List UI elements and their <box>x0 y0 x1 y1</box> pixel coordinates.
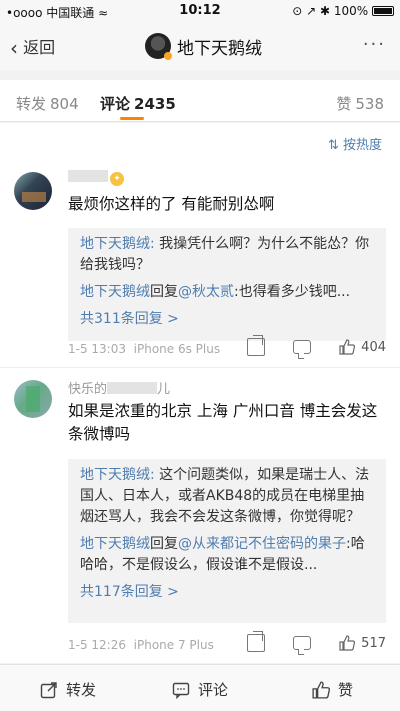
tab-repost[interactable]: 转发 804 <box>16 93 79 114</box>
tab-comment[interactable]: 评论 2435 <box>100 93 176 114</box>
sort-icon: ⇅ <box>327 138 339 153</box>
sort-label: 按热度 <box>342 138 382 153</box>
comment-actions: 404 <box>219 335 386 359</box>
reply-user[interactable]: 地下天鹅绒: <box>80 467 155 483</box>
reply-icon[interactable] <box>293 636 312 655</box>
reply-item[interactable]: 地下天鹅绒: 我操凭什么啊？为什么不能怂？你给我钱吗？ <box>80 234 376 276</box>
reply-item[interactable]: 地下天鹅绒回复@从来都记不住密码的果子:哈哈哈，不是假设么，假设谁不是假设... <box>80 534 376 576</box>
battery-icon <box>372 6 394 16</box>
thumbs-up-icon[interactable] <box>339 635 356 651</box>
comment-meta: 1-5 13:03 iPhone 6s Plus <box>68 342 220 356</box>
bottom-action-bar: 转发 评论 赞 <box>0 664 400 711</box>
thumbs-up-icon <box>312 680 330 699</box>
sort-row: ⇅ 按热度 <box>0 123 400 160</box>
avatar[interactable] <box>145 33 172 60</box>
reply-icon[interactable] <box>293 340 312 359</box>
comment-item: ✦ 最烦你这样的了 有能耐别怂啊 地下天鹅绒: 我操凭什么啊？为什么不能怂？你给… <box>0 160 400 367</box>
timestamp: 1-5 12:26 <box>68 638 126 652</box>
navigation-bar: ‹ 返回 地下天鹅绒 ··· <box>0 22 400 70</box>
reply-verb: 回复 <box>150 284 178 300</box>
vip-badge-icon: ✦ <box>110 172 124 186</box>
reply-verb: 回复 <box>150 536 178 552</box>
reply-item[interactable]: 地下天鹅绒: 这个问题类似，如果是瑞士人、法国人、日本人，或者AKB48的成员在… <box>80 465 376 528</box>
like-button[interactable]: 赞 <box>312 679 353 700</box>
comment-item: 快乐的 儿 如果是浓重的北京 上海 广州口音 博主会发这条微博吗 地下天鹅绒: 这… <box>0 367 400 663</box>
repost-icon <box>40 681 57 698</box>
battery-label: ⊙ ↗ ✱ 100% <box>292 4 369 18</box>
repost-button[interactable]: 转发 <box>40 679 96 700</box>
timestamp: 1-5 13:03 <box>68 342 126 356</box>
avatar[interactable] <box>14 380 52 418</box>
avatar[interactable] <box>14 172 52 210</box>
comment-meta: 1-5 12:26 iPhone 7 Plus <box>68 638 214 652</box>
tab-count: 2435 <box>134 95 176 113</box>
comment-icon <box>172 682 190 699</box>
device-label: iPhone 7 Plus <box>133 638 214 652</box>
chevron-left-icon: ‹ <box>10 36 18 60</box>
active-tab-indicator <box>120 117 144 120</box>
mention-link[interactable]: @从来都记不住密码的果子 <box>178 536 346 552</box>
blurred-username <box>68 170 108 182</box>
tab-label: 转发 <box>16 95 47 113</box>
reply-user[interactable]: 地下天鹅绒 <box>80 536 150 552</box>
like-count: 404 <box>361 339 386 355</box>
device-label: iPhone 6s Plus <box>133 342 221 356</box>
thumbs-up-svg <box>339 635 356 651</box>
username[interactable]: 快乐的 儿 <box>68 378 170 397</box>
tab-bar: 转发 804 评论 2435 赞 538 <box>0 80 400 122</box>
reply-item[interactable]: 地下天鹅绒回复@秋太贰:也得看多少钱吧... <box>80 282 376 303</box>
reply-text: :也得看多少钱吧... <box>234 284 351 300</box>
comment-text: 如果是浓重的北京 上海 广州口音 博主会发这条微博吗 <box>68 402 378 443</box>
back-label: 返回 <box>23 38 56 57</box>
tab-count: 804 <box>50 95 79 113</box>
reply-box[interactable]: 地下天鹅绒: 这个问题类似，如果是瑞士人、法国人、日本人，或者AKB48的成员在… <box>68 459 386 623</box>
more-replies-link[interactable]: 共117条回复 > <box>80 582 376 603</box>
comment-label: 评论 <box>198 681 229 699</box>
username-suffix: 儿 <box>157 382 171 397</box>
comment-text: 最烦你这样的了 有能耐别怂啊 <box>68 195 275 213</box>
repost-label: 转发 <box>66 681 97 699</box>
username[interactable]: ✦ <box>68 170 124 186</box>
tab-label: 赞 <box>336 95 352 113</box>
share-icon[interactable] <box>247 631 266 652</box>
like-label: 赞 <box>338 681 354 699</box>
thumbs-up-svg <box>339 339 356 355</box>
comment-actions: 517 <box>219 631 386 655</box>
tab-like[interactable]: 赞 538 <box>336 93 384 114</box>
comment-button[interactable]: 评论 <box>172 679 228 700</box>
reply-user[interactable]: 地下天鹅绒 <box>80 284 150 300</box>
tab-count: 538 <box>355 95 384 113</box>
tab-label: 评论 <box>100 95 131 113</box>
more-replies-link[interactable]: 共311条回复 > <box>80 309 376 330</box>
profile-header[interactable]: 地下天鹅绒 <box>145 32 262 60</box>
back-button[interactable]: ‹ 返回 <box>10 34 55 60</box>
share-icon[interactable] <box>247 335 266 356</box>
page-title: 地下天鹅绒 <box>177 38 262 59</box>
username-prefix: 快乐的 <box>68 382 108 397</box>
reply-user[interactable]: 地下天鹅绒: <box>80 236 155 252</box>
like-count: 517 <box>361 635 386 651</box>
blurred-username <box>107 382 158 394</box>
reply-box[interactable]: 地下天鹅绒: 我操凭什么啊？为什么不能怂？你给我钱吗？ 地下天鹅绒回复@秋太贰:… <box>68 228 386 341</box>
status-bar: •oooo 中国联通 ≈ 10:12 ⊙ ↗ ✱ 100% <box>0 0 400 22</box>
mention-link[interactable]: @秋太贰 <box>178 284 234 300</box>
more-button[interactable]: ··· <box>363 34 386 55</box>
thumbs-up-icon[interactable] <box>339 339 356 355</box>
sort-by-hot-button[interactable]: ⇅ 按热度 <box>328 134 382 153</box>
status-icons: ⊙ ↗ ✱ 100% <box>292 4 394 18</box>
